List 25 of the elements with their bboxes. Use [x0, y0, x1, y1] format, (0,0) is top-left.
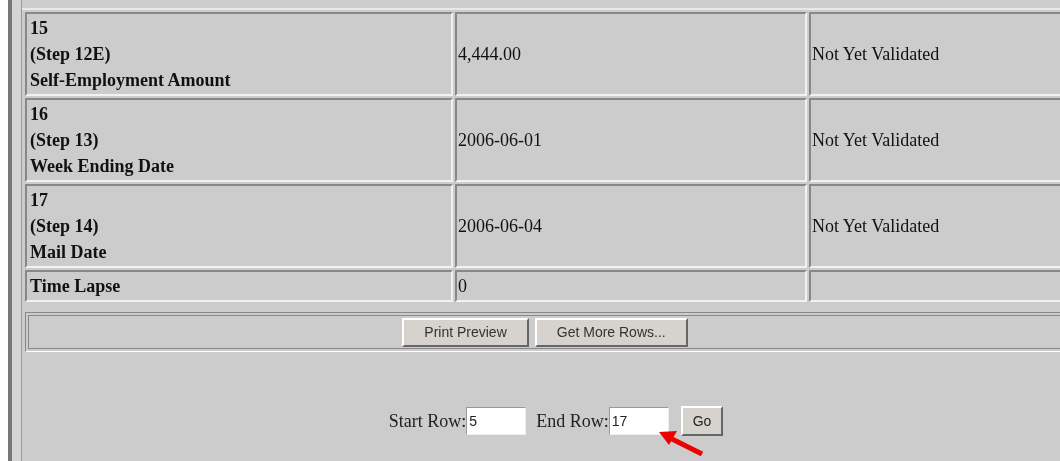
value-text: 2006-06-01 — [458, 129, 542, 152]
row-label: (Step 13) — [30, 129, 100, 152]
status-text: Not Yet Validated — [812, 43, 940, 66]
go-button[interactable]: Go — [680, 406, 724, 436]
action-button[interactable]: Print Preview — [402, 317, 529, 347]
arrow-icon — [658, 430, 704, 456]
value-text: 4,444.00 — [458, 43, 521, 66]
status-text: Not Yet Validated — [812, 215, 940, 238]
action-button[interactable]: Get More Rows... — [534, 317, 688, 347]
field-label: Start Row: — [388, 409, 467, 433]
row-label: (Step 12E) — [30, 43, 112, 66]
value-text: 0 — [458, 275, 467, 298]
row-label: Week Ending Date — [30, 155, 176, 178]
status-text: Not Yet Validated — [812, 129, 940, 152]
end-row-field[interactable]: 17 — [608, 407, 669, 435]
row-label: Time Lapse — [30, 275, 122, 298]
row-label: 17 — [30, 189, 49, 212]
row-label: (Step 14) — [30, 215, 100, 238]
value-text: 2006-06-04 — [458, 215, 542, 238]
row-label: 15 — [30, 17, 49, 40]
row-label: Self-Employment Amount — [30, 69, 232, 92]
start-row-field[interactable]: 5 — [466, 407, 527, 435]
row-label: 16 — [30, 103, 49, 126]
field-label: End Row: — [536, 409, 609, 433]
row-label: Mail Date — [30, 241, 108, 264]
